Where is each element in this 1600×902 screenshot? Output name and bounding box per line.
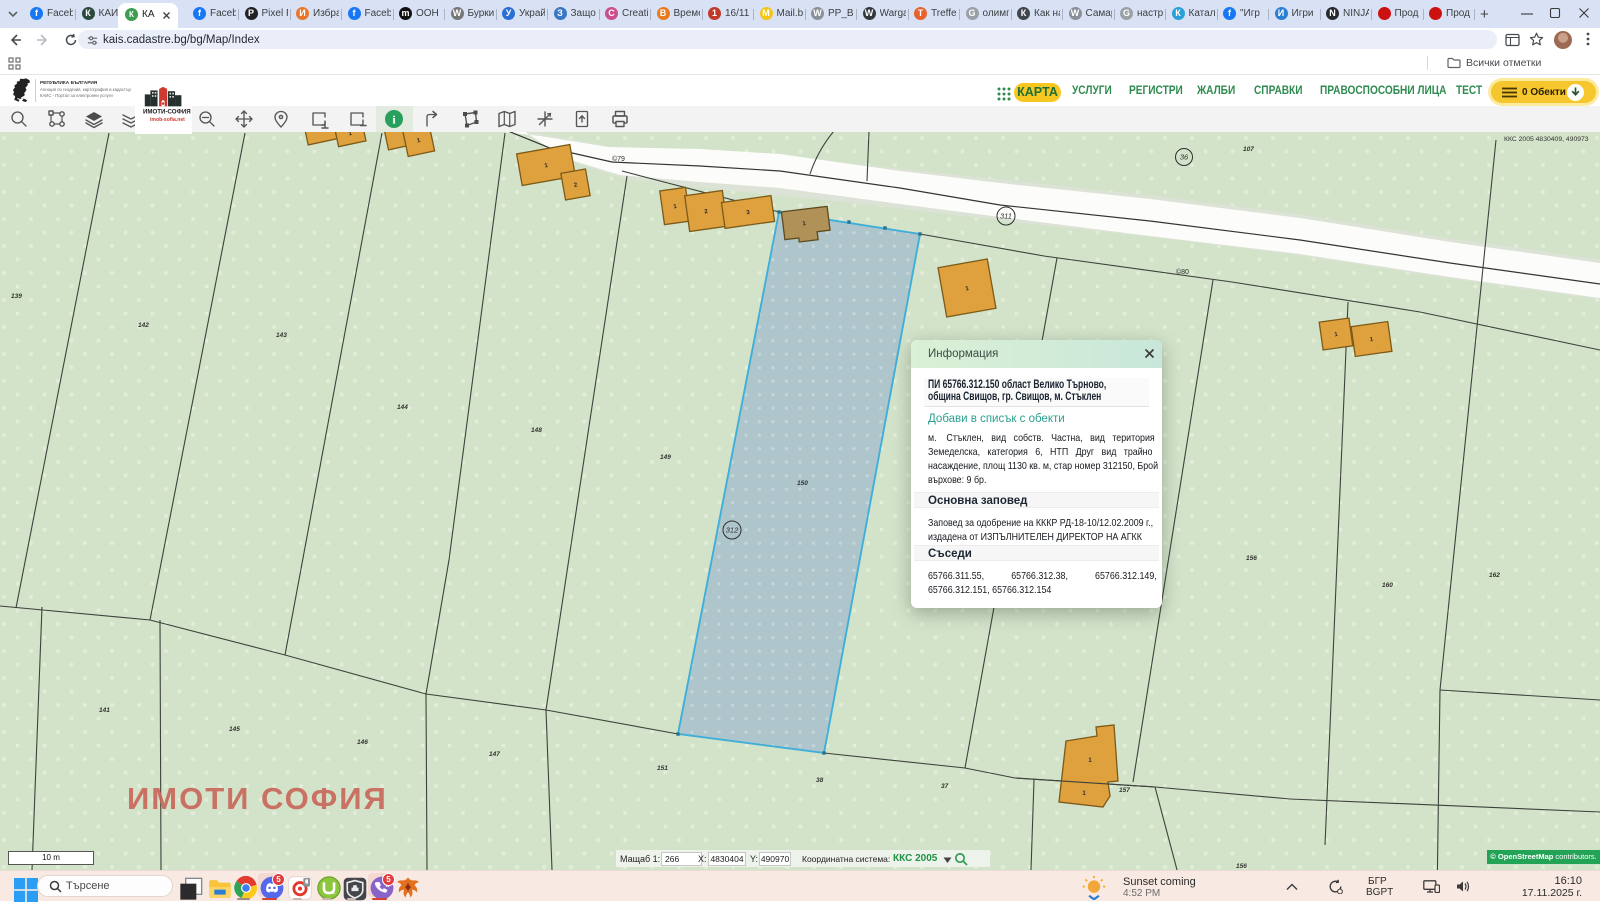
svg-text:149: 149 <box>660 454 671 461</box>
svg-text:156: 156 <box>1236 863 1247 870</box>
svg-text:151: 151 <box>657 765 668 772</box>
svg-text:160: 160 <box>1382 582 1393 589</box>
svg-text:145: 145 <box>229 726 240 733</box>
svg-text:141: 141 <box>99 707 110 714</box>
svg-text:147: 147 <box>489 751 500 758</box>
svg-text:162: 162 <box>1489 572 1500 579</box>
svg-text:150: 150 <box>797 480 808 487</box>
svg-text:107: 107 <box>1243 146 1254 153</box>
svg-text:©79: ©79 <box>612 155 625 163</box>
svg-text:143: 143 <box>276 332 287 339</box>
svg-text:ККС 2005 4830409, 490973: ККС 2005 4830409, 490973 <box>1504 136 1589 143</box>
svg-text:142: 142 <box>138 322 149 329</box>
svg-text:146: 146 <box>357 739 368 746</box>
svg-text:157: 157 <box>1119 787 1130 794</box>
svg-text:36: 36 <box>1180 153 1189 162</box>
svg-text:©80: ©80 <box>1176 268 1189 276</box>
svg-text:144: 144 <box>397 404 408 411</box>
svg-text:148: 148 <box>531 427 542 434</box>
svg-text:38: 38 <box>816 777 824 784</box>
svg-text:156: 156 <box>1246 555 1257 562</box>
svg-text:139: 139 <box>11 293 22 300</box>
svg-text:312: 312 <box>726 526 739 535</box>
svg-text:311: 311 <box>1000 212 1012 221</box>
svg-text:37: 37 <box>941 783 949 790</box>
